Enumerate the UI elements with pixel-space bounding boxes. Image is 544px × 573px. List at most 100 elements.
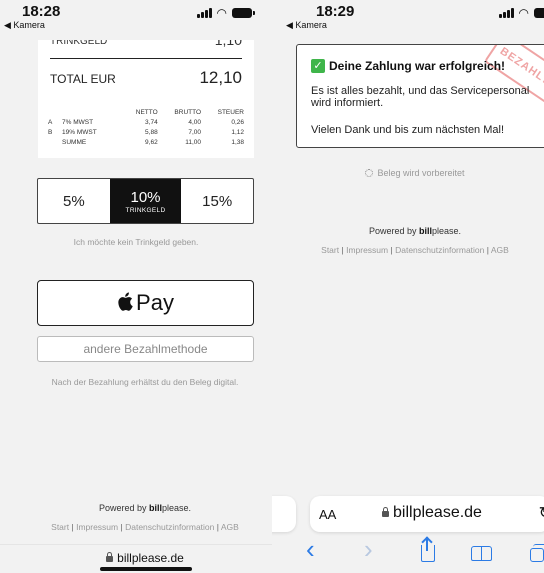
apple-logo-icon [118, 292, 133, 311]
footer-link-agb[interactable]: AGB [221, 522, 239, 532]
tax-header: NETTO [135, 109, 158, 116]
tip-option-label: 15% [202, 192, 233, 210]
status-time: 18:29 [316, 3, 355, 20]
footer-link-datenschutz[interactable]: Datenschutzinformation [125, 522, 214, 532]
tax-netto: 5,88 [145, 129, 158, 136]
receipt-preparing-status: Beleg wird vorbereitet [272, 168, 544, 178]
success-message: Es ist alles bezahlt, und das Serviceper… [311, 85, 530, 109]
text-size-button[interactable]: AA [319, 507, 336, 522]
forward-button[interactable]: › [364, 534, 373, 565]
tip-option-label: 5% [62, 192, 85, 210]
check-mark-icon: ✓ [311, 59, 325, 73]
status-bar: 18:28 ◀ Kamera ◠ [0, 0, 272, 40]
tax-header: BRUTTO [174, 109, 202, 116]
reload-icon[interactable]: ↻ [539, 503, 544, 523]
link-separator: | [120, 522, 123, 532]
footer-link-impressum[interactable]: Impressum [346, 245, 388, 255]
back-app-label: Kamera [295, 20, 327, 30]
powered-brand: bill [149, 503, 162, 513]
tip-option-5[interactable]: 5% [38, 179, 110, 223]
receipt: TRINKGELD 1,10 TOTAL EUR 12,10 NETTO BRU… [38, 20, 254, 158]
share-icon[interactable] [421, 539, 435, 562]
success-title: ✓ Deine Zahlung war erfolgreich! [311, 59, 505, 73]
footer-link-datenschutz[interactable]: Datenschutzinformation [395, 245, 484, 255]
footer-link-start[interactable]: Start [51, 522, 69, 532]
status-time: 18:28 [22, 3, 61, 20]
previous-tab-preview[interactable] [272, 496, 296, 532]
tax-label: 7% MWST [62, 119, 94, 126]
payment-success-card: BEZAHLT ✓ Deine Zahlung war erfolgreich!… [296, 44, 544, 148]
address-bar-url: billplease.de [0, 551, 272, 565]
success-title-text: Deine Zahlung war erfolgreich! [329, 59, 506, 73]
tax-header-row: NETTO BRUTTO STEUER [48, 108, 244, 118]
url-text: billplease.de [117, 551, 184, 565]
powered-prefix: Powered by [368, 226, 419, 236]
success-thanks: Vielen Dank und bis zum nächsten Mal! [311, 124, 505, 136]
powered-suffix: please. [432, 226, 462, 236]
wifi-icon: ◠ [518, 6, 529, 20]
total-value: 12,10 [199, 68, 242, 87]
right-screen: 18:29 ◀ Kamera ◠ BEZAHLT ✓ Deine Zahlung… [272, 0, 544, 573]
preparing-text: Beleg wird vorbereitet [377, 168, 465, 178]
status-icons: ◠ [196, 6, 255, 20]
tax-brutto: 7,00 [188, 129, 202, 136]
back-to-app-link[interactable]: ◀ Kamera [4, 20, 45, 31]
loading-spinner-icon [365, 169, 374, 177]
other-payment-button[interactable]: andere Bezahlmethode [37, 336, 254, 362]
apple-pay-label: Pay [136, 290, 174, 315]
tip-option-sub: TRINKGELD [125, 206, 166, 214]
back-triangle-icon: ◀ [286, 20, 296, 30]
wifi-icon: ◠ [216, 6, 227, 20]
home-indicator[interactable] [100, 567, 192, 571]
back-button[interactable]: ‹ [306, 534, 315, 565]
tax-label: SUMME [62, 139, 87, 146]
link-separator: | [390, 245, 393, 255]
tax-brutto: 11,00 [185, 139, 202, 146]
footer-link-agb[interactable]: AGB [491, 245, 509, 255]
powered-by: Powered by billplease. [0, 503, 272, 513]
powered-prefix: Powered by [98, 503, 149, 513]
link-separator: | [71, 522, 74, 532]
address-bar-url: billplease.de [382, 504, 482, 522]
address-bar[interactable]: AA billplease.de ↻ [310, 496, 544, 532]
tax-brutto: 4,00 [188, 119, 202, 126]
total-label: TOTAL EUR [50, 72, 116, 86]
table-row: A 7% MWST 3,74 4,00 0,26 [48, 118, 244, 128]
footer-link-impressum[interactable]: Impressum [76, 522, 118, 532]
tip-option-15[interactable]: 15% [181, 179, 253, 223]
tax-netto: 3,74 [145, 119, 158, 126]
link-separator: | [486, 245, 489, 255]
status-bar: 18:29 ◀ Kamera ◠ [272, 0, 544, 40]
tip-option-label: 10% [130, 188, 161, 206]
back-app-label: Kamera [13, 20, 45, 30]
back-triangle-icon: ◀ [4, 20, 14, 30]
no-tip-link[interactable]: Ich möchte kein Trinkgeld geben. [0, 237, 272, 247]
left-screen: TRINKGELD 1,10 TOTAL EUR 12,10 NETTO BRU… [0, 0, 272, 573]
table-row: B 19% MWST 5,88 7,00 1,12 [48, 128, 244, 138]
lock-icon [382, 507, 389, 517]
tip-selector: 5% 10% TRINKGELD 15% [37, 178, 254, 224]
tax-label: 19% MWST [62, 129, 97, 136]
tax-code: B [48, 129, 53, 136]
link-separator: | [216, 522, 219, 532]
battery-icon [534, 8, 544, 18]
bookmarks-icon[interactable] [471, 546, 493, 561]
lock-icon [106, 552, 114, 562]
safari-toolbar: AA billplease.de ↻ ‹ › [272, 490, 544, 573]
cellular-signal-icon [196, 8, 212, 18]
tip-option-10[interactable]: 10% TRINKGELD [109, 179, 182, 223]
powered-by: Powered by billplease. [272, 226, 544, 236]
tax-netto: 9,62 [145, 139, 158, 146]
tax-code: A [48, 119, 53, 126]
back-to-app-link[interactable]: ◀ Kamera [286, 20, 327, 31]
link-separator: | [341, 245, 344, 255]
tax-table: NETTO BRUTTO STEUER A 7% MWST 3,74 4,00 … [48, 108, 244, 148]
powered-brand: bill [419, 226, 432, 236]
tabs-icon[interactable] [530, 544, 544, 562]
tax-header: STEUER [217, 109, 244, 116]
apple-pay-button[interactable]: Pay [37, 280, 254, 326]
tax-steuer: 1,12 [231, 129, 244, 136]
footer-link-start[interactable]: Start [321, 245, 339, 255]
url-text: billplease.de [393, 504, 482, 521]
cellular-signal-icon [498, 8, 514, 18]
